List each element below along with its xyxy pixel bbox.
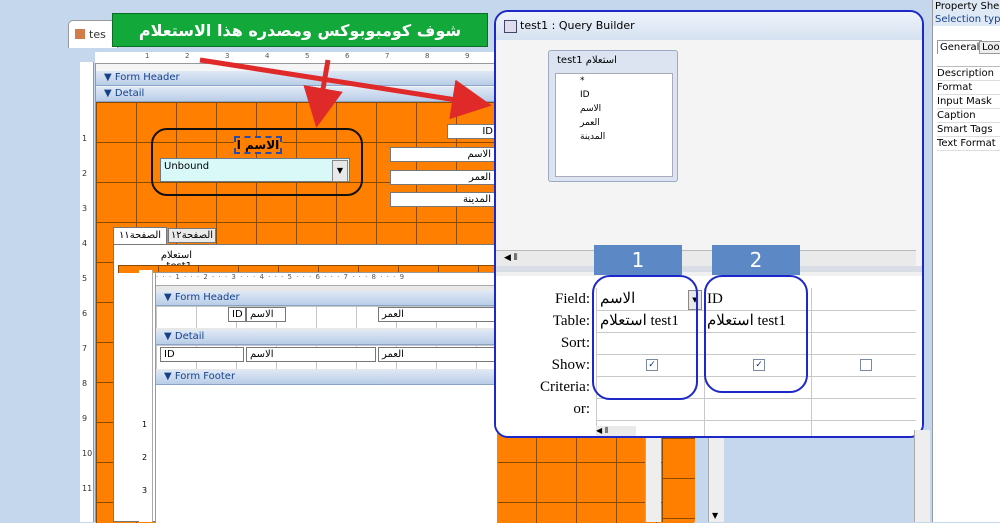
grid-hscrollbar[interactable]: ◀ ⦀	[596, 426, 636, 436]
grid-row-line	[596, 420, 916, 421]
property-row[interactable]: Text Format	[937, 137, 1000, 151]
grid-row-label: Criteria:	[540, 379, 590, 395]
grid-row-label: Table:	[552, 313, 590, 329]
scroll-left-icon[interactable]: ◀ ⦀	[504, 253, 518, 263]
property-sheet: Property Shee Selection type General Loo…	[932, 0, 1000, 522]
property-row[interactable]: Input Mask	[937, 95, 1000, 109]
badge-1: 1	[594, 245, 682, 275]
table-field[interactable]: ID	[556, 88, 672, 102]
property-rows: Description Format Input Mask Caption Smart …	[937, 66, 1000, 151]
table-box-title: استعلام test1	[557, 55, 617, 66]
badge-2: 2	[712, 245, 800, 275]
grid-row-label: Field:	[554, 291, 590, 307]
table-field[interactable]: العمر	[556, 116, 672, 130]
pane-hscrollbar[interactable]: ◀ ⦀	[496, 250, 916, 266]
col3-show-checkbox[interactable]	[860, 359, 872, 371]
table-field[interactable]: *	[556, 74, 672, 88]
table-field-list: * ID الاسم العمر المدينة	[555, 73, 673, 177]
arrow-to-query	[199, 57, 492, 120]
table-pane: استعلام test1 * ID الاسم العمر المدينة	[496, 40, 922, 266]
grid-row-label: Show:	[551, 357, 590, 373]
window-vscrollbar[interactable]	[914, 430, 930, 522]
property-row[interactable]: Caption	[937, 109, 1000, 123]
arrow-to-combo	[303, 59, 343, 128]
table-box[interactable]: استعلام test1 * ID الاسم العمر المدينة	[548, 50, 678, 182]
property-row[interactable]: Description	[937, 67, 1000, 81]
grid-row-label: Sort:	[560, 335, 590, 351]
property-row[interactable]: Smart Tags	[937, 123, 1000, 137]
property-row[interactable]: Format	[937, 81, 1000, 95]
table-field[interactable]: المدينة	[556, 130, 672, 144]
splitter[interactable]	[496, 266, 922, 272]
tab-look[interactable]: Look	[979, 41, 1000, 54]
query-builder-title: test1 : Query Builder	[520, 19, 635, 32]
tab-general[interactable]: General	[937, 40, 983, 54]
query-icon	[504, 20, 517, 33]
table-field[interactable]: الاسم	[556, 102, 672, 116]
query-builder-titlebar[interactable]: test1 : Query Builder	[496, 12, 922, 40]
property-tabs: General Look	[933, 40, 1000, 58]
column-1-highlight	[592, 275, 698, 400]
column-2-highlight	[704, 275, 808, 393]
property-sheet-title: Property Shee	[933, 0, 1000, 13]
grid-row-label: or:	[573, 401, 590, 417]
selection-type: Selection type	[933, 13, 1000, 26]
